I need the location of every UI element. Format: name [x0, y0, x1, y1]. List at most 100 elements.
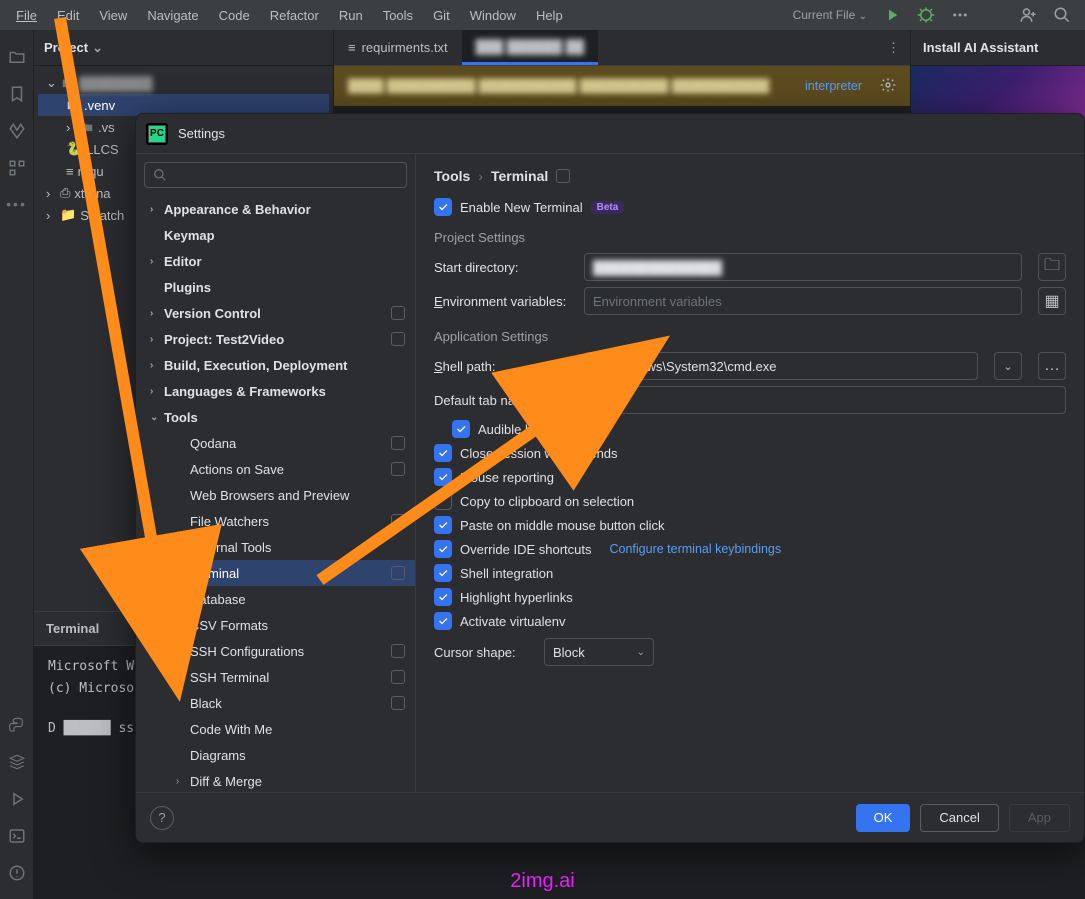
debug-icon[interactable] [911, 2, 941, 28]
tab-active[interactable]: ███ ██████ ██ [462, 30, 599, 65]
more-icon[interactable] [945, 2, 975, 28]
tab-requirements[interactable]: ≡requirments.txt [334, 30, 462, 65]
search-icon[interactable] [1047, 2, 1077, 28]
cancel-button[interactable]: Cancel [920, 804, 998, 832]
settings-tree-item[interactable]: ›Version Control [136, 300, 415, 326]
settings-tree-item[interactable]: Web Browsers and Preview [136, 482, 415, 508]
settings-tree-item[interactable]: ›Languages & Frameworks [136, 378, 415, 404]
tab-name-input[interactable]: Local [584, 386, 1066, 414]
settings-tree-item[interactable]: Qodana [136, 430, 415, 456]
shell-path-dropdown-icon[interactable]: ⌄ [994, 352, 1022, 380]
settings-tree-item[interactable]: SSH Terminal [136, 664, 415, 690]
menu-tools[interactable]: Tools [375, 5, 421, 26]
settings-tree: ›Appearance & BehaviorKeymap›EditorPlugi… [136, 196, 415, 792]
dialog-title: Settings [178, 126, 225, 141]
env-vars-expand-icon[interactable]: ▦ [1038, 287, 1066, 315]
settings-tree-item[interactable]: SSH Configurations [136, 638, 415, 664]
configure-link[interactable]: Configure terminal keybindings [610, 542, 782, 556]
menu-edit[interactable]: Edit [49, 5, 87, 26]
settings-tree-item[interactable]: Actions on Save [136, 456, 415, 482]
settings-tree-item[interactable]: ›Editor [136, 248, 415, 274]
cursor-shape-label: Cursor shape: [434, 645, 534, 660]
dialog-titlebar: PC Settings [136, 114, 1084, 154]
pycharm-icon: PC [146, 123, 168, 145]
settings-tree-item[interactable]: Code With Me [136, 716, 415, 742]
more-tools-icon[interactable]: ••• [6, 196, 27, 212]
checkbox-row[interactable]: Highlight hyperlinks [434, 588, 1066, 606]
gitlab-icon[interactable] [8, 122, 26, 143]
services-icon[interactable] [8, 753, 26, 774]
browse-folder-icon[interactable]: 🗀 [1038, 253, 1066, 281]
beta-badge: Beta [591, 201, 625, 214]
checkbox-row[interactable]: Copy to clipboard on selection [434, 492, 1066, 510]
settings-tree-item[interactable]: Terminal [136, 560, 415, 586]
menu-git[interactable]: Git [425, 5, 458, 26]
menu-run[interactable]: Run [331, 5, 371, 26]
menu-help[interactable]: Help [528, 5, 571, 26]
run-icon[interactable] [877, 2, 907, 28]
settings-tree-item[interactable]: Black [136, 690, 415, 716]
run-config-selector[interactable]: Current File ⌄ [787, 8, 873, 22]
settings-dialog: PC Settings ›Appearance & BehaviorKeymap… [135, 113, 1085, 843]
env-vars-input[interactable]: Environment variables [584, 287, 1022, 315]
apply-button[interactable]: App [1009, 804, 1070, 832]
menu-file[interactable]: File [8, 5, 45, 26]
watermark: 2img.ai [510, 870, 574, 893]
structure-icon[interactable] [8, 159, 26, 180]
problems-icon[interactable] [8, 864, 26, 885]
python-console-icon[interactable] [8, 716, 26, 737]
settings-tree-item[interactable]: ›Project: Test2Video [136, 326, 415, 352]
settings-tree-item[interactable]: ›Diff & Merge [136, 768, 415, 792]
run-tool-icon[interactable] [8, 790, 26, 811]
settings-search[interactable] [144, 162, 407, 188]
enable-new-terminal-checkbox[interactable]: Enable New Terminal Beta [434, 198, 1066, 216]
add-user-icon[interactable] [1013, 2, 1043, 28]
banner-interpreter-link[interactable]: interpreter [805, 79, 862, 93]
checkbox-row[interactable]: Override IDE shortcutsConfigure terminal… [434, 540, 1066, 558]
menu-refactor[interactable]: Refactor [262, 5, 327, 26]
interpreter-banner: ████ ██████████ ███████████ ██████████ █… [334, 66, 910, 106]
start-directory-input[interactable]: ██████████████ [584, 253, 1022, 281]
gear-icon[interactable] [880, 77, 896, 96]
shell-path-input[interactable]: C:\Windows\System32\cmd.exe [584, 352, 978, 380]
checkbox-row[interactable]: Paste on middle mouse button click [434, 516, 1066, 534]
settings-tree-item[interactable]: ›Build, Execution, Deployment [136, 352, 415, 378]
cursor-shape-select[interactable]: Block⌄ [544, 638, 654, 666]
project-header[interactable]: Project⌄ [34, 30, 333, 66]
terminal-tool-icon[interactable] [8, 827, 26, 848]
shell-path-label: Shell path: [434, 359, 574, 374]
settings-tree-item[interactable]: Diagrams [136, 742, 415, 768]
tab-name-label: Default tab name: [434, 393, 574, 408]
bookmark-icon[interactable] [8, 85, 26, 106]
menu-view[interactable]: View [91, 5, 135, 26]
settings-sidebar: ›Appearance & BehaviorKeymap›EditorPlugi… [136, 154, 416, 792]
checkbox-row[interactable]: Mouse reporting [434, 468, 1066, 486]
env-vars-label: Environment variables: [434, 294, 574, 309]
start-directory-label: Start directory: [434, 260, 574, 275]
banner-text: ████ ██████████ ███████████ ██████████ █… [348, 79, 797, 93]
menubar: File Edit View Navigate Code Refactor Ru… [0, 0, 1085, 30]
breadcrumb: Tools›Terminal [434, 168, 1066, 184]
checkbox-row[interactable]: Close session when it ends [434, 444, 1066, 462]
ok-button[interactable]: OK [856, 804, 911, 832]
tabs-more-icon[interactable]: ⋮ [877, 30, 910, 65]
folder-icon[interactable] [8, 48, 26, 69]
shell-path-browse-icon[interactable]: … [1038, 352, 1066, 380]
menu-navigate[interactable]: Navigate [139, 5, 206, 26]
checkbox-row[interactable]: Activate virtualenv [434, 612, 1066, 630]
checkbox-row[interactable]: Shell integration [434, 564, 1066, 582]
settings-tree-item[interactable]: CSV Formats [136, 612, 415, 638]
settings-tree-item[interactable]: Keymap [136, 222, 415, 248]
settings-tree-item[interactable]: ⌄Tools [136, 404, 415, 430]
settings-tree-item[interactable]: ›Appearance & Behavior [136, 196, 415, 222]
menu-window[interactable]: Window [462, 5, 524, 26]
dialog-footer: ? OK Cancel App [136, 792, 1084, 842]
project-root[interactable]: ⌄████████ [38, 72, 329, 94]
settings-tree-item[interactable]: Plugins [136, 274, 415, 300]
checkbox-row[interactable]: Audible bell [452, 420, 1066, 438]
menu-code[interactable]: Code [211, 5, 258, 26]
settings-tree-item[interactable]: External Tools [136, 534, 415, 560]
settings-tree-item[interactable]: ›Database [136, 586, 415, 612]
settings-tree-item[interactable]: File Watchers [136, 508, 415, 534]
help-icon[interactable]: ? [150, 806, 174, 830]
